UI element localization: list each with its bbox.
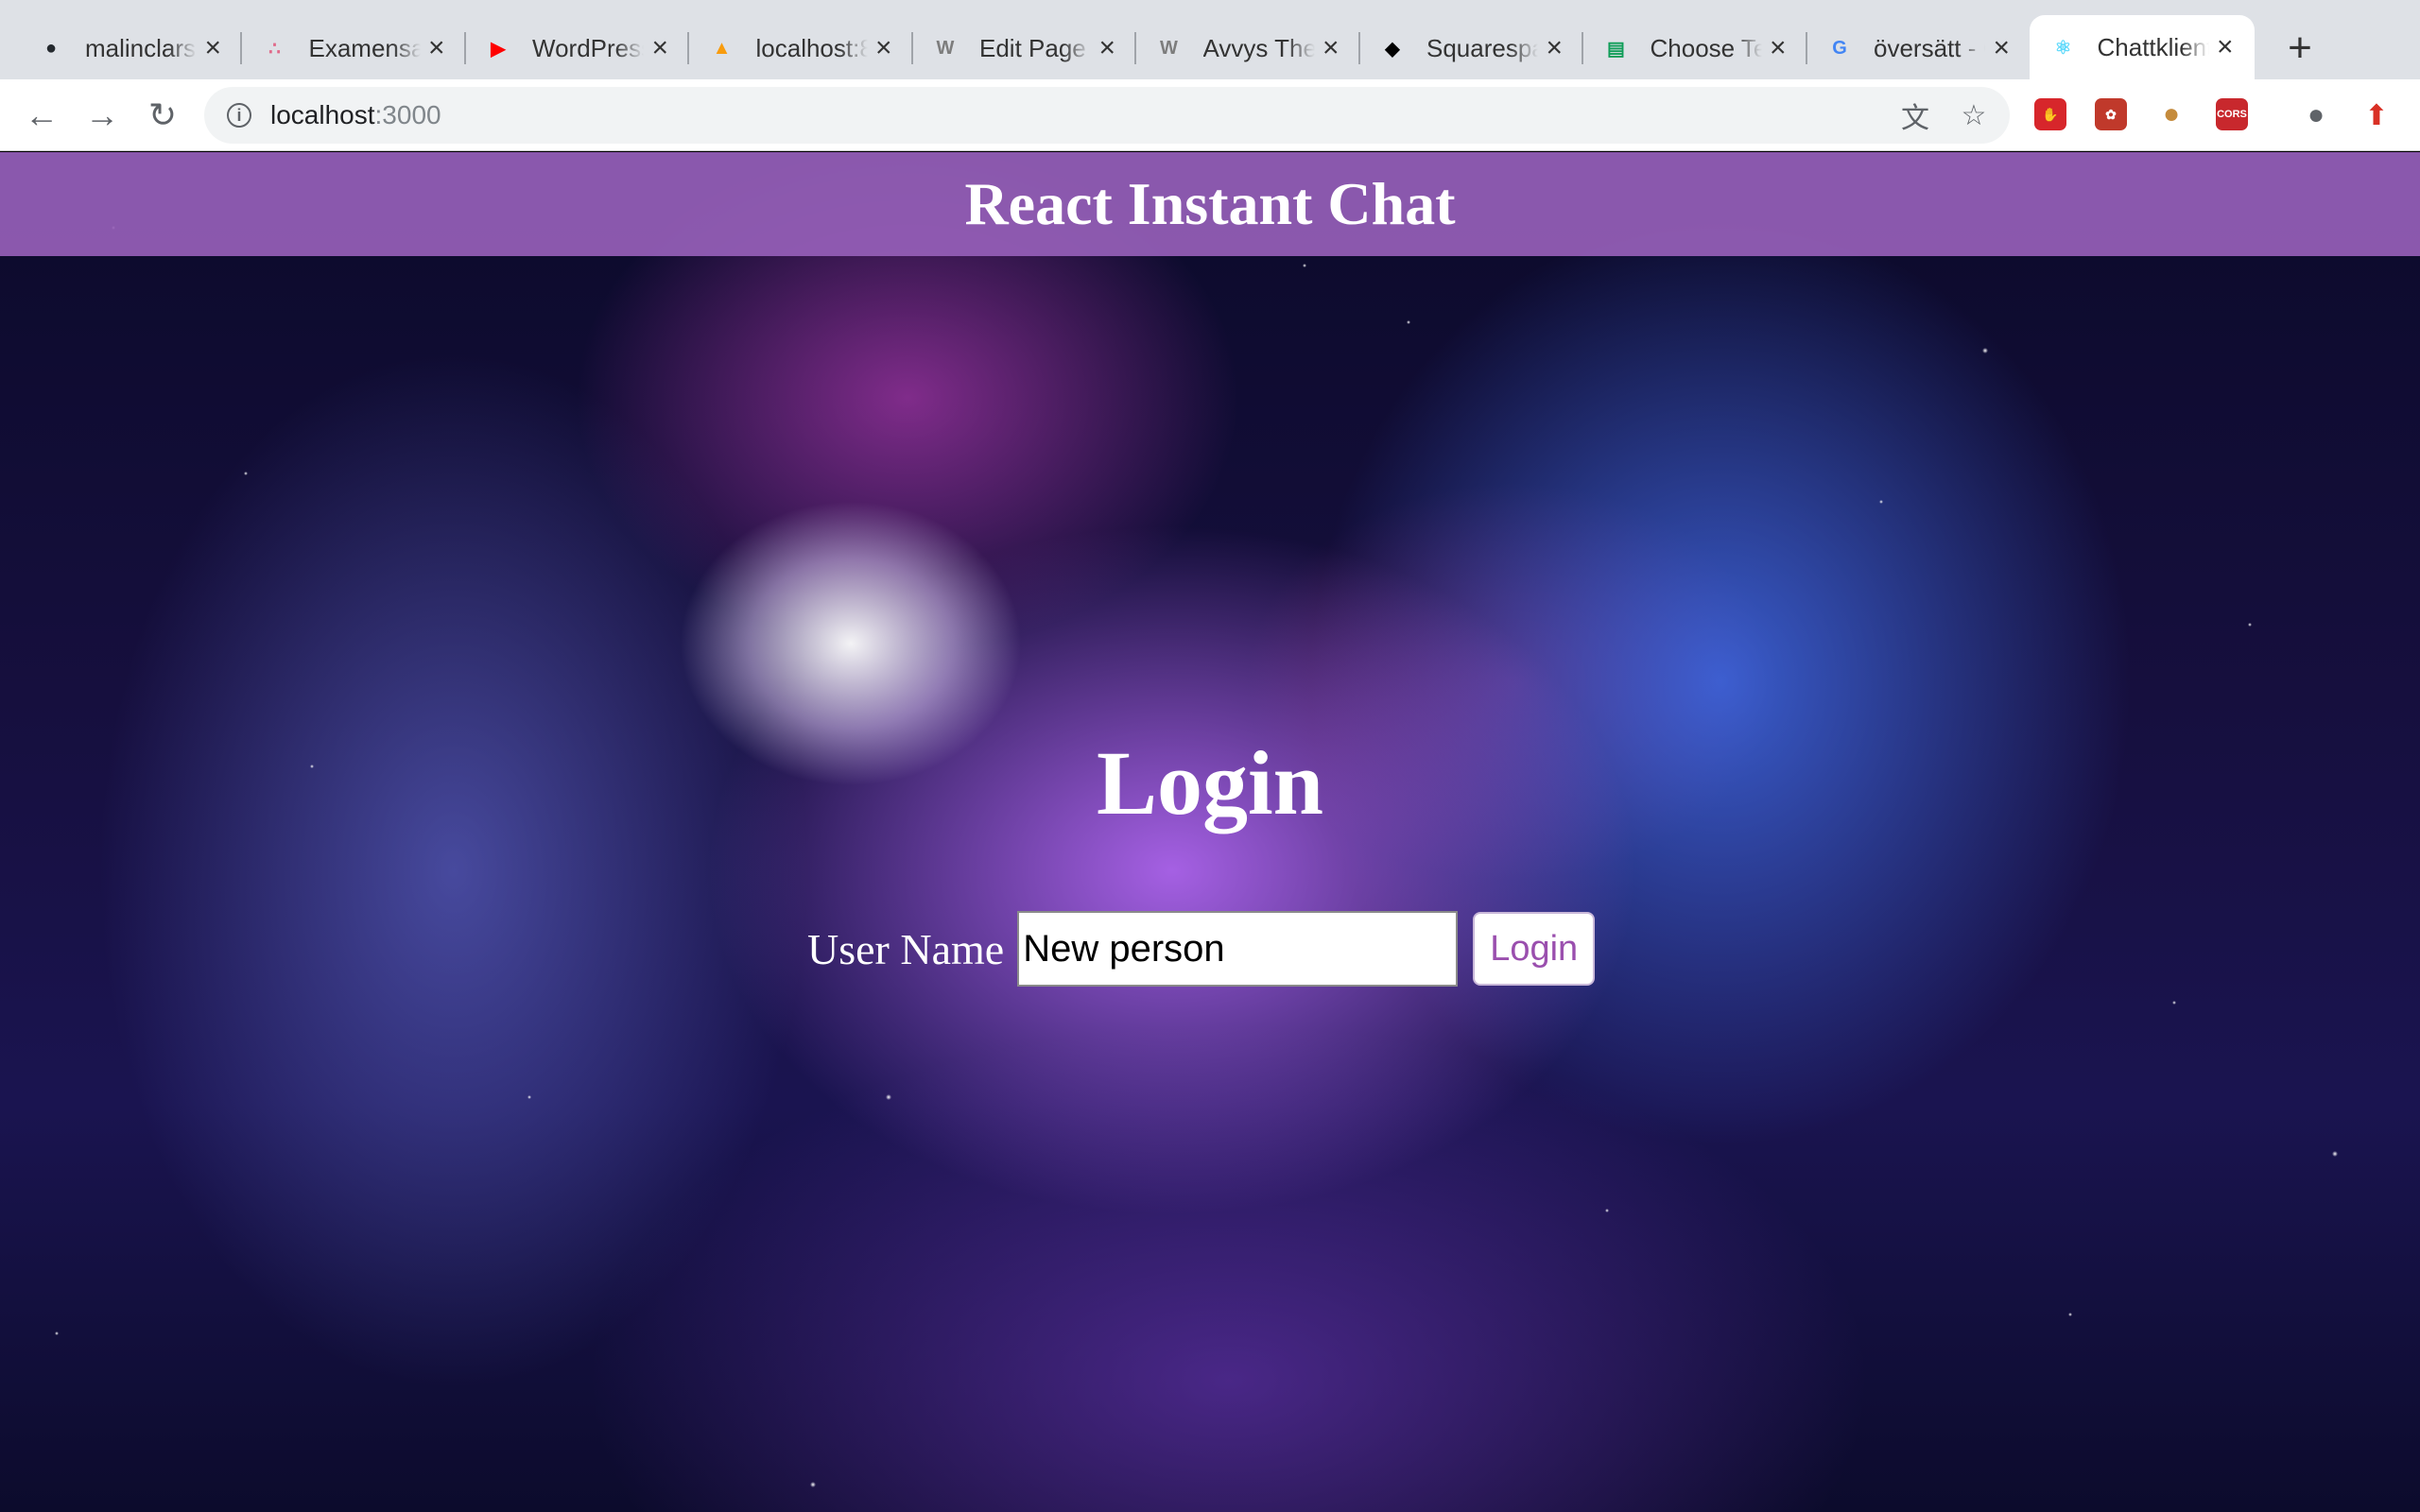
tab-title: WordPress	[532, 33, 645, 62]
browser-tab[interactable]: W Edit Page ×	[911, 17, 1136, 79]
tab-title: Squarespace	[1426, 33, 1538, 62]
tab-title: Examensarbete	[308, 33, 421, 62]
cookie-icon[interactable]: ●	[2155, 98, 2187, 130]
browser-tab[interactable]: ∴ Examensarbete×	[241, 17, 466, 79]
react-icon: ⚛	[2054, 37, 2072, 59]
login-form: User Name Login	[807, 911, 1596, 987]
close-tab-icon[interactable]: ×	[1770, 34, 1787, 62]
youtube-icon: ▶	[491, 38, 506, 60]
address-port: :3000	[374, 100, 441, 129]
site-info-icon[interactable]: i	[227, 103, 251, 128]
address-host: localhost	[270, 100, 375, 129]
close-tab-icon[interactable]: ×	[204, 34, 221, 62]
phpmyadmin-icon: ▲	[712, 37, 732, 59]
close-tab-icon[interactable]: ×	[428, 34, 445, 62]
browser-tab[interactable]: ◆ Squarespace ×	[1358, 17, 1583, 79]
profile-avatar-icon[interactable]: ●	[2295, 94, 2337, 136]
bookmark-star-icon[interactable]: ☆	[1953, 94, 1995, 136]
login-button[interactable]: Login	[1473, 912, 1596, 986]
tab-title: Edit Page	[979, 33, 1086, 62]
close-tab-icon[interactable]: ×	[875, 34, 892, 62]
github-icon: ●	[44, 37, 58, 59]
close-tab-icon[interactable]: ×	[1322, 34, 1340, 62]
sheets-icon: ▤	[1607, 38, 1625, 60]
close-tab-icon[interactable]: ×	[651, 34, 668, 62]
tab-title: Chattklient	[2097, 32, 2209, 61]
translate-icon[interactable]: 文	[1894, 94, 1936, 136]
new-tab-button[interactable]: +	[2276, 25, 2324, 72]
ublock-icon[interactable]: ✋	[2034, 98, 2066, 130]
app-title: React Instant Chat	[964, 170, 1456, 237]
tab-strip: ●malinclarsson×∴Examensarbete×▶WordPress…	[0, 0, 2420, 79]
tab-title: localhost:8080	[755, 33, 868, 62]
username-label: User Name	[807, 924, 1005, 973]
squarespace-icon: ◆	[1385, 38, 1400, 60]
wordpress-icon: W	[1160, 37, 1178, 59]
tab-title: Choose Template	[1650, 33, 1762, 62]
browser-tab[interactable]: ▤ Choose Template ×	[1582, 17, 1807, 79]
tab-title: översätt - Google	[1874, 33, 1985, 62]
tab-title: malinclarsson	[85, 33, 197, 62]
browser-tab[interactable]: Göversätt - Google ×	[1806, 17, 2031, 79]
browser-tab[interactable]: ▶ WordPress ×	[464, 17, 689, 79]
reload-icon[interactable]: ↻	[138, 91, 187, 140]
close-tab-icon[interactable]: ×	[1546, 34, 1563, 62]
login-heading: Login	[1096, 732, 1324, 833]
close-tab-icon[interactable]: ×	[1098, 34, 1115, 62]
browser-tab[interactable]: W Avvys Theme×	[1135, 17, 1360, 79]
close-tab-icon[interactable]: ×	[1993, 34, 2010, 62]
close-tab-icon[interactable]: ×	[2217, 33, 2234, 61]
google-icon: G	[1832, 37, 1847, 59]
forward-arrow-icon[interactable]: →	[78, 91, 127, 140]
update-icon[interactable]: ⬆	[2356, 94, 2397, 136]
wordpress-icon: W	[936, 37, 955, 59]
cors-icon[interactable]: CORS	[2216, 98, 2248, 130]
address-bar[interactable]: i localhost:3000	[204, 87, 2010, 144]
browser-tab[interactable]: ● malinclarsson×	[17, 17, 242, 79]
pink-dots-icon: ∴	[268, 38, 281, 60]
app-header: React Instant Chat	[0, 152, 2420, 256]
ladybug-extension-icon[interactable]: ✿	[2095, 98, 2127, 130]
page-viewport: React Instant Chat Login User Name Login	[0, 152, 2420, 1512]
browser-tab[interactable]: ▲ localhost:8080×	[688, 17, 913, 79]
back-arrow-icon[interactable]: ←	[17, 91, 66, 140]
tab-title: Avvys Theme	[1202, 33, 1315, 62]
browser-tab[interactable]: ⚛ Chattklient ×	[2029, 15, 2255, 79]
username-input[interactable]	[1017, 911, 1459, 987]
